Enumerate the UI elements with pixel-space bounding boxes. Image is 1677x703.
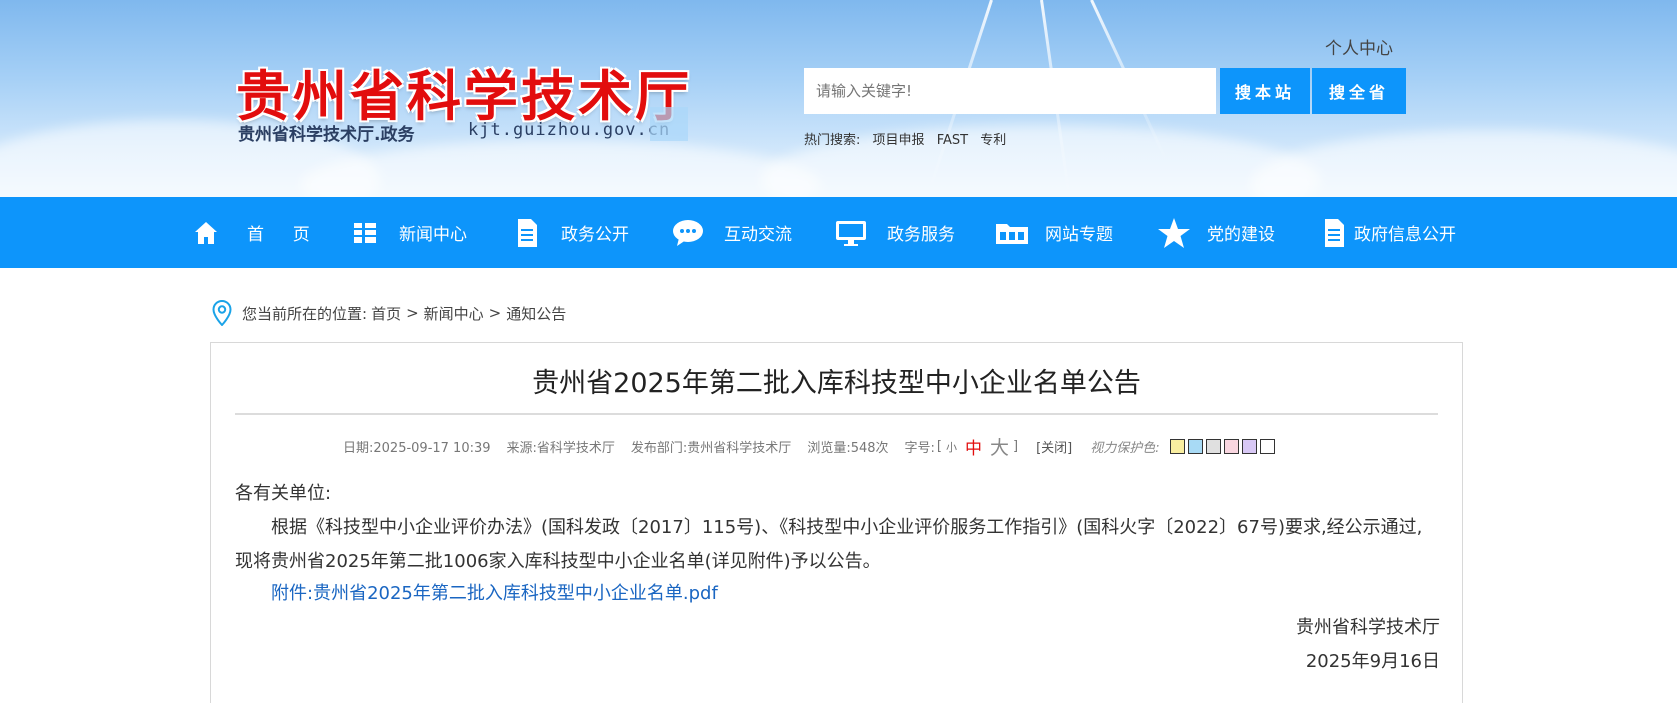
chat-icon — [673, 219, 703, 246]
monitor-icon — [836, 220, 866, 246]
nav-item-info-disclosure[interactable]: 政府信息公开 — [1322, 197, 1456, 268]
location-pin-icon — [212, 300, 232, 326]
nav-label: 政府信息公开 — [1354, 225, 1456, 245]
article-title: 贵州省2025年第二批入库科技型中小企业名单公告 — [532, 368, 1141, 399]
eye-color-swatch[interactable] — [1241, 439, 1257, 454]
nav-label: 互动交流 — [724, 225, 792, 245]
document-icon — [1325, 218, 1344, 247]
header-banner: 贵州省科学技术厅 贵州省科学技术厅.政务 kjt.guizhou.gov.cn … — [0, 0, 1677, 197]
main-nav: 首 页 新闻中心 政务公开 互动交流 政务服务 网站专题 党的建设 政府信息公开 — [0, 197, 1677, 268]
meta-department: 发布部门:贵州省科学技术厅 — [630, 441, 792, 456]
breadcrumb-prefix: 您当前所在的位置: — [242, 304, 368, 323]
search-input[interactable] — [804, 68, 1216, 114]
search-site-button[interactable]: 搜本站 — [1220, 68, 1310, 114]
hot-search-item[interactable]: 项目申报 — [873, 133, 925, 148]
breadcrumb-separator: > — [406, 304, 419, 322]
font-size-label: 字号: — [904, 441, 935, 456]
article-greeting: 各有关单位: — [235, 483, 332, 504]
site-subtitle: 贵州省科学技术厅.政务 — [238, 125, 415, 145]
nav-label: 网站专题 — [1045, 225, 1113, 245]
search-province-button[interactable]: 搜全省 — [1312, 68, 1406, 114]
nav-item-topics[interactable]: 网站专题 — [995, 197, 1113, 268]
nav-label: 政务服务 — [887, 225, 955, 245]
eye-color-swatch[interactable] — [1187, 439, 1203, 454]
breadcrumb-home[interactable]: 首页 — [371, 303, 401, 324]
banner-cloud — [1250, 130, 1677, 197]
hot-search: 热门搜索: 项目申报 FAST 专利 — [804, 129, 1014, 148]
nav-item-interaction[interactable]: 互动交流 — [672, 197, 792, 268]
nav-label: 党的建设 — [1207, 225, 1275, 245]
meta-source: 来源:省科学技术厅 — [506, 441, 615, 456]
font-size-large-button[interactable]: 大 — [990, 433, 1009, 460]
article-body: 根据《科技型中小企业评价办法》(国科发政〔2017〕115号)、《科技型中小企业… — [235, 517, 1423, 572]
news-grid-icon — [354, 222, 376, 243]
hot-search-label: 热门搜索: — [804, 133, 861, 148]
breadcrumb-separator: > — [488, 304, 502, 322]
font-size-small-button[interactable]: 小 — [946, 439, 957, 455]
nav-item-home[interactable]: 首 页 — [193, 197, 316, 268]
nav-item-party[interactable]: 党的建设 — [1157, 197, 1275, 268]
article-sign-date: 2025年9月16日 — [1305, 651, 1440, 672]
article-signature: 贵州省科学技术厅 — [1296, 617, 1440, 638]
nav-label: 政务公开 — [561, 225, 629, 245]
logo-decoration — [650, 107, 688, 141]
home-icon — [195, 221, 217, 244]
eye-color-swatch[interactable] — [1223, 439, 1239, 454]
title-divider — [235, 413, 1438, 415]
article-meta: 日期:2025-09-17 10:39 来源:省科学技术厅 发布部门:贵州省科学… — [343, 433, 1278, 460]
eye-color-swatch[interactable] — [1259, 439, 1275, 454]
attachment-link[interactable]: 附件:贵州省2025年第二批入库科技型中小企业名单.pdf — [271, 579, 718, 605]
hot-search-item[interactable]: FAST — [937, 133, 968, 148]
meta-date: 日期:2025-09-17 10:39 — [343, 441, 491, 456]
breadcrumb-notices[interactable]: 通知公告 — [506, 303, 566, 324]
eye-protect-label: 视力保护色: — [1090, 441, 1160, 456]
folder-icon — [996, 223, 1028, 244]
nav-label: 首 页 — [247, 225, 316, 245]
document-icon — [518, 218, 537, 247]
site-domain: kjt.guizhou.gov.cn — [468, 120, 671, 140]
font-size-medium-button[interactable]: 中 — [965, 434, 982, 459]
meta-views: 浏览量:548次 — [807, 441, 889, 456]
close-button[interactable]: [关闭] — [1036, 437, 1072, 456]
nav-item-gov-service[interactable]: 政务服务 — [835, 197, 955, 268]
nav-item-news[interactable]: 新闻中心 — [353, 197, 467, 268]
breadcrumb: 您当前所在的位置: 首页 > 新闻中心 > 通知公告 — [212, 300, 566, 326]
eye-color-swatch[interactable] — [1205, 439, 1221, 454]
personal-center-link[interactable]: 个人中心 — [1325, 34, 1393, 59]
nav-item-gov-affairs[interactable]: 政务公开 — [515, 197, 629, 268]
nav-label: 新闻中心 — [399, 225, 467, 245]
eye-color-swatch[interactable] — [1169, 439, 1185, 454]
star-icon — [1158, 217, 1190, 248]
banner-cloud — [300, 140, 820, 197]
hot-search-item[interactable]: 专利 — [980, 133, 1006, 148]
article-container: 贵州省2025年第二批入库科技型中小企业名单公告 日期:2025-09-17 1… — [210, 342, 1463, 703]
font-size-control: 字号: [ 小 中 大 ] — [905, 433, 1019, 460]
breadcrumb-news-center[interactable]: 新闻中心 — [424, 303, 484, 324]
